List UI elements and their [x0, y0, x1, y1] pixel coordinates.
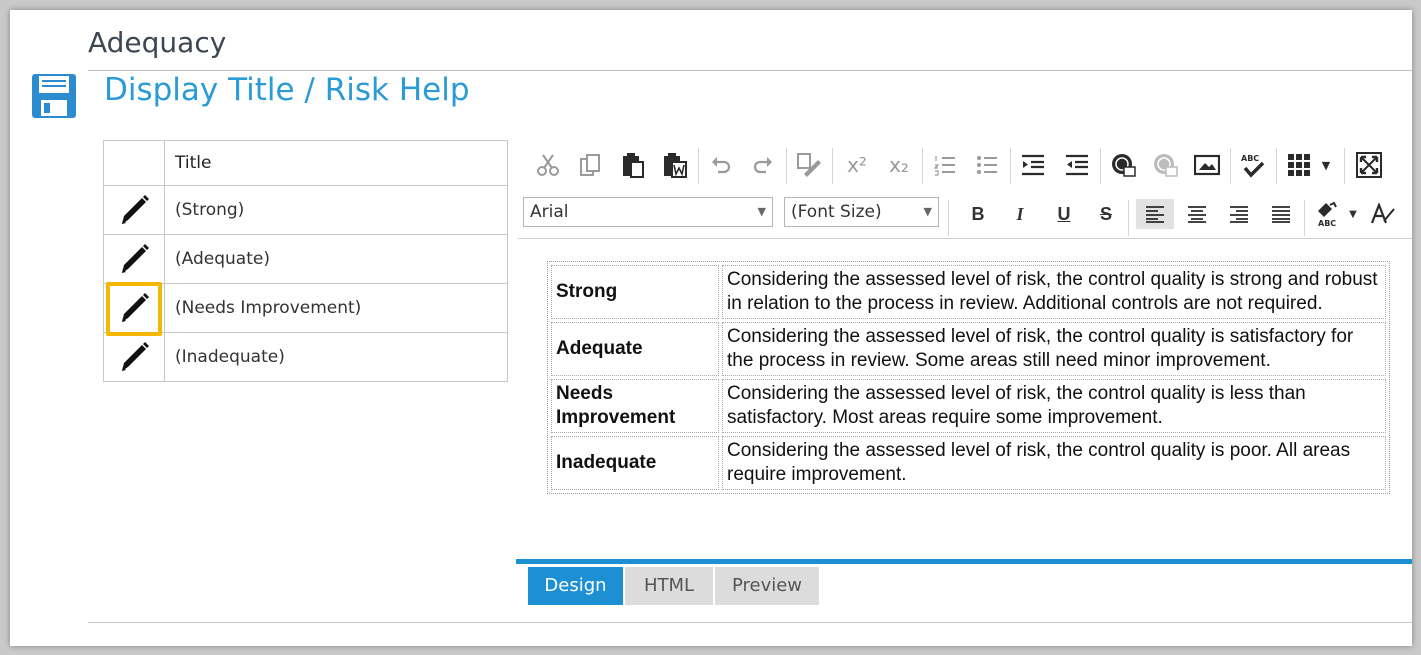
toolbar-separator	[1128, 200, 1129, 236]
grid-row-title: (Adequate)	[164, 234, 508, 284]
insert-table-icon[interactable]	[1284, 150, 1314, 180]
align-center-icon[interactable]	[1182, 199, 1212, 229]
paste-plain-icon[interactable]	[794, 150, 824, 180]
superscript-icon[interactable]: x²	[842, 150, 872, 180]
tab-preview[interactable]: Preview	[715, 567, 819, 605]
toolbar-separator	[1230, 148, 1231, 184]
paste-icon[interactable]	[618, 150, 648, 180]
content-row-label: Adequate	[551, 322, 719, 376]
svg-text:ABC: ABC	[1241, 154, 1259, 163]
grid-row[interactable]: (Adequate)	[103, 234, 508, 284]
content-row-text: Considering the assessed level of risk, …	[722, 436, 1386, 490]
font-size-value: (Font Size)	[791, 202, 882, 222]
toolbar-divider	[518, 238, 1412, 239]
spellcheck-icon[interactable]: ABC	[1238, 150, 1268, 180]
toolbar-separator	[922, 148, 923, 184]
save-icon[interactable]	[30, 72, 78, 120]
align-left-icon[interactable]	[1136, 199, 1174, 229]
highlight-box	[106, 282, 162, 336]
title-grid: Title (Strong) (Adequate) (Needs Improve…	[103, 140, 508, 382]
section-title: Adequacy	[88, 26, 227, 59]
font-family-select[interactable]: Arial ▼	[523, 197, 773, 227]
insert-link-icon[interactable]	[1108, 150, 1138, 180]
edit-cell	[103, 282, 165, 336]
tab-bar-accent	[516, 559, 1412, 564]
redo-icon[interactable]	[748, 150, 778, 180]
toolbar-separator	[948, 200, 949, 236]
subscript-icon[interactable]: x₂	[884, 150, 914, 180]
outdent-icon[interactable]	[1062, 150, 1092, 180]
insert-image-icon[interactable]	[1192, 150, 1222, 180]
format-dropdown-icon[interactable]: ▼	[1346, 199, 1360, 229]
content-row-label: Strong	[551, 265, 719, 319]
copy-icon[interactable]	[575, 150, 605, 180]
grid-row[interactable]: (Inadequate)	[103, 332, 508, 382]
grid-row-title: (Inadequate)	[164, 332, 508, 382]
content-row-label: Needs Improvement	[551, 379, 719, 433]
grid-header-title: Title	[164, 140, 508, 186]
footer-divider	[88, 622, 1412, 623]
chevron-down-icon: ▼	[757, 205, 766, 218]
cut-icon[interactable]	[533, 150, 563, 180]
fullscreen-icon[interactable]	[1354, 150, 1384, 180]
content-row-text: Considering the assessed level of risk, …	[722, 322, 1386, 376]
italic-icon[interactable]: I	[1005, 199, 1035, 229]
content-row: Inadequate Considering the assessed leve…	[551, 436, 1386, 490]
undo-icon[interactable]	[706, 150, 736, 180]
tab-html[interactable]: HTML	[625, 567, 713, 605]
content-row-text: Considering the assessed level of risk, …	[722, 265, 1386, 319]
toolbar-separator	[786, 148, 787, 184]
pencil-icon[interactable]	[114, 337, 154, 377]
underline-icon[interactable]: U	[1049, 199, 1079, 229]
strikethrough-icon[interactable]: S	[1091, 199, 1121, 229]
indent-icon[interactable]	[1018, 150, 1048, 180]
format-painter-icon[interactable]: ABC	[1312, 199, 1342, 229]
table-dropdown-icon[interactable]: ▼	[1318, 150, 1334, 180]
edit-cell	[103, 234, 165, 284]
toolbar-separator	[832, 148, 833, 184]
numbered-list-icon[interactable]	[930, 150, 960, 180]
chevron-down-icon: ▼	[923, 205, 932, 218]
bold-icon[interactable]: B	[963, 199, 993, 229]
grid-row[interactable]: (Strong)	[103, 185, 508, 235]
clear-format-icon[interactable]	[1368, 199, 1398, 229]
edit-cell	[103, 332, 165, 382]
grid-row[interactable]: (Needs Improvement)	[103, 282, 508, 336]
app-frame: Adequacy Display Title / Risk Help Title…	[10, 10, 1412, 646]
toolbar-separator	[1100, 148, 1101, 184]
editor-content-table[interactable]: Strong Considering the assessed level of…	[547, 261, 1390, 494]
content-row: Needs Improvement Considering the assess…	[551, 379, 1386, 433]
content-row: Strong Considering the assessed level of…	[551, 265, 1386, 319]
content-row: Adequate Considering the assessed level …	[551, 322, 1386, 376]
toolbar-separator	[698, 148, 699, 184]
toolbar-separator	[1304, 200, 1305, 236]
editor-toolbar-row2: Arial ▼ (Font Size) ▼ B I U S ABC ▼	[518, 194, 1412, 236]
grid-header-row: Title	[103, 140, 508, 186]
grid-row-title: (Needs Improvement)	[164, 283, 508, 333]
content-row-label: Inadequate	[551, 436, 719, 490]
font-size-select[interactable]: (Font Size) ▼	[784, 197, 939, 227]
grid-header-edit-column	[103, 140, 165, 186]
edit-cell	[103, 185, 165, 235]
tab-design[interactable]: Design	[528, 567, 623, 605]
toolbar-separator	[1276, 148, 1277, 184]
remove-link-icon[interactable]	[1150, 150, 1180, 180]
editor-toolbar-row1: x² x₂ ABC ▼	[518, 142, 1412, 188]
page-title: Display Title / Risk Help	[104, 72, 470, 108]
justify-icon[interactable]	[1266, 199, 1296, 229]
toolbar-separator	[1344, 148, 1345, 184]
header-divider	[88, 70, 1412, 71]
content-row-text: Considering the assessed level of risk, …	[722, 379, 1386, 433]
paste-from-word-icon[interactable]	[660, 150, 690, 180]
svg-text:ABC: ABC	[1318, 219, 1336, 227]
pencil-icon[interactable]	[114, 190, 154, 230]
toolbar-separator	[1010, 148, 1011, 184]
grid-row-title: (Strong)	[164, 185, 508, 235]
font-family-value: Arial	[530, 202, 569, 222]
align-right-icon[interactable]	[1224, 199, 1254, 229]
bulleted-list-icon[interactable]	[972, 150, 1002, 180]
pencil-icon[interactable]	[114, 239, 154, 279]
